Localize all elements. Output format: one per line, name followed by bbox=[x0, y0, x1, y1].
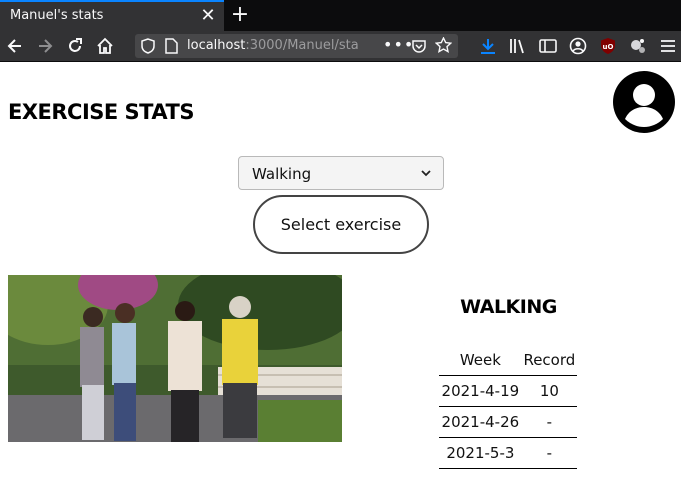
tab-title: Manuel's stats bbox=[10, 8, 104, 23]
account-icon[interactable] bbox=[568, 36, 588, 56]
sidebar-icon[interactable] bbox=[538, 36, 558, 56]
exercise-select-value: Walking bbox=[252, 165, 312, 183]
exercise-heading: WALKING bbox=[460, 296, 557, 318]
table-header-row: Week Record bbox=[439, 345, 577, 376]
table-row: 2021-4-26 - bbox=[439, 406, 577, 438]
chevron-down-icon bbox=[421, 170, 431, 177]
shield-icon[interactable] bbox=[141, 38, 155, 54]
back-arrow-icon[interactable] bbox=[5, 36, 25, 56]
tab-bar: Manuel's stats ✕ + bbox=[0, 0, 681, 31]
svg-text:uO: uO bbox=[603, 43, 614, 51]
library-icon[interactable] bbox=[508, 36, 528, 56]
record-cell: - bbox=[521, 437, 577, 469]
ublock-icon[interactable]: uO bbox=[598, 36, 618, 56]
close-tab-icon[interactable]: ✕ bbox=[200, 6, 216, 26]
url-host: localhost bbox=[187, 38, 246, 53]
reload-icon[interactable] bbox=[65, 36, 85, 56]
pocket-icon[interactable] bbox=[411, 38, 427, 54]
page-actions-icon[interactable]: ••• bbox=[383, 35, 414, 54]
week-cell: 2021-5-3 bbox=[439, 437, 522, 469]
bookmark-star-icon[interactable] bbox=[435, 37, 452, 54]
extension-icon[interactable] bbox=[628, 36, 648, 56]
women-walking-photo bbox=[8, 275, 342, 442]
url-path: :3000/Manuel/sta bbox=[245, 38, 359, 53]
browser-tab[interactable]: Manuel's stats ✕ bbox=[0, 0, 224, 31]
record-cell: - bbox=[521, 406, 577, 438]
week-column-header: Week bbox=[459, 351, 501, 369]
table-row: 2021-4-19 10 bbox=[439, 375, 577, 407]
table-row: 2021-5-3 - bbox=[439, 437, 577, 469]
stats-table: Week Record 2021-4-19 10 2021-4-26 - 202… bbox=[439, 345, 577, 469]
week-cell: 2021-4-26 bbox=[439, 406, 522, 438]
page-icon[interactable] bbox=[165, 38, 178, 54]
user-avatar-icon[interactable] bbox=[613, 71, 675, 133]
nav-bar: localhost:3000/Manuel/sta ••• uO bbox=[0, 31, 681, 62]
url-bar[interactable]: localhost:3000/Manuel/sta ••• bbox=[135, 34, 458, 58]
record-cell: 10 bbox=[521, 375, 577, 407]
downloads-icon[interactable] bbox=[478, 36, 498, 56]
home-icon[interactable] bbox=[95, 36, 115, 56]
page-title: EXERCISE STATS bbox=[8, 100, 194, 124]
url-text[interactable]: localhost:3000/Manuel/sta bbox=[187, 38, 377, 53]
forward-arrow-icon[interactable] bbox=[35, 36, 55, 56]
exercise-select[interactable]: Walking bbox=[238, 156, 444, 190]
week-cell: 2021-4-19 bbox=[439, 375, 522, 407]
record-column-header: Record bbox=[523, 351, 576, 369]
select-exercise-button[interactable]: Select exercise bbox=[253, 195, 429, 254]
menu-icon[interactable] bbox=[658, 36, 678, 56]
new-tab-button[interactable]: + bbox=[230, 2, 250, 28]
